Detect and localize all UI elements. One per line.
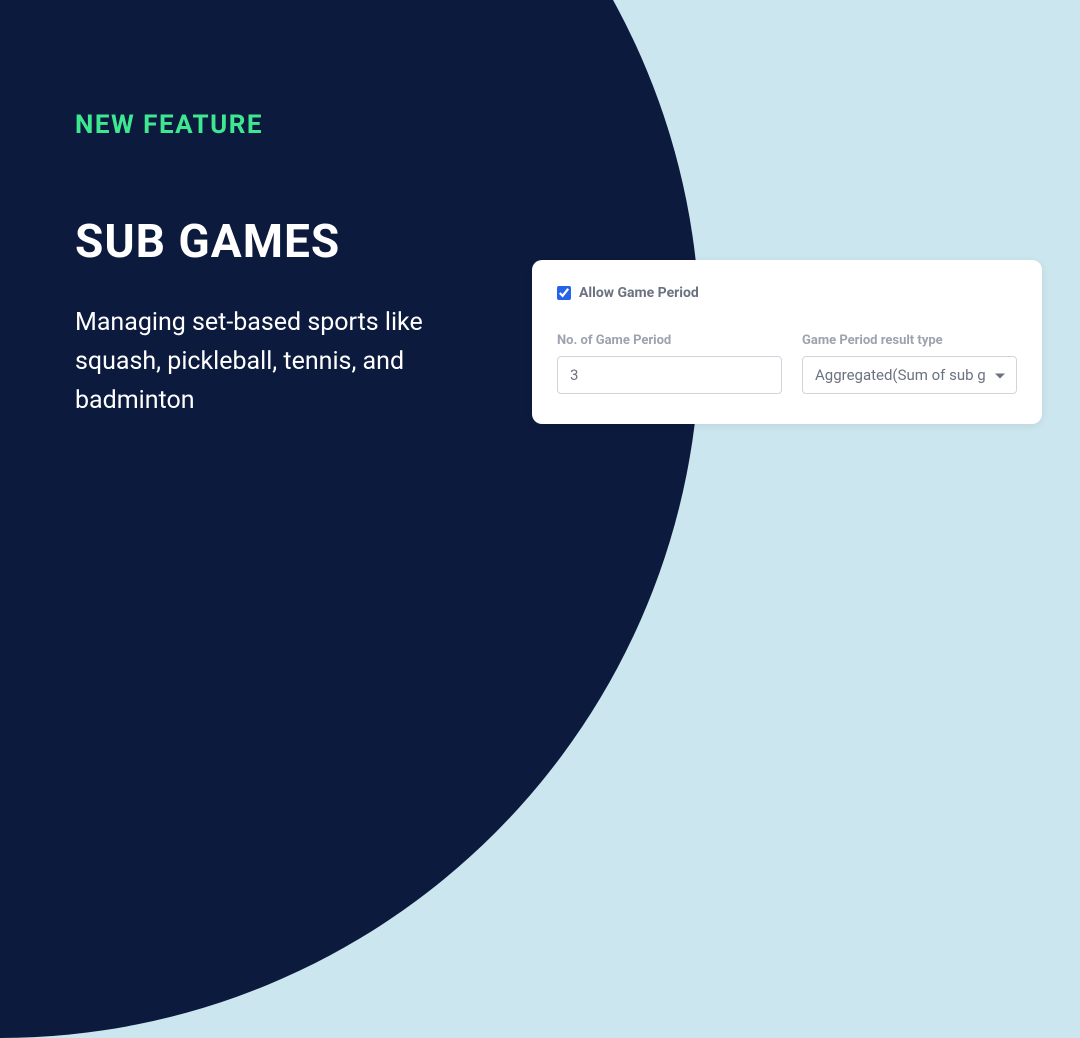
settings-card: Allow Game Period No. of Game Period Gam… — [532, 260, 1042, 424]
page-title: SUB GAMES — [75, 215, 450, 269]
num-periods-input[interactable] — [557, 356, 782, 394]
allow-game-period-row: Allow Game Period — [557, 285, 1017, 301]
num-periods-group: No. of Game Period — [557, 333, 782, 394]
feature-badge: NEW FEATURE — [75, 110, 450, 140]
result-type-group: Game Period result type Aggregated(Sum o… — [802, 333, 1017, 394]
page-description: Managing set-based sports like squash, p… — [75, 304, 450, 420]
num-periods-label: No. of Game Period — [557, 333, 782, 348]
hero-content: NEW FEATURE SUB GAMES Managing set-based… — [0, 0, 450, 420]
result-type-select[interactable]: Aggregated(Sum of sub g — [802, 356, 1017, 394]
form-fields-row: No. of Game Period Game Period result ty… — [557, 333, 1017, 394]
result-type-select-wrapper: Aggregated(Sum of sub g — [802, 356, 1017, 394]
allow-game-period-label: Allow Game Period — [579, 285, 699, 301]
result-type-label: Game Period result type — [802, 333, 1017, 348]
allow-game-period-checkbox[interactable] — [557, 286, 571, 300]
